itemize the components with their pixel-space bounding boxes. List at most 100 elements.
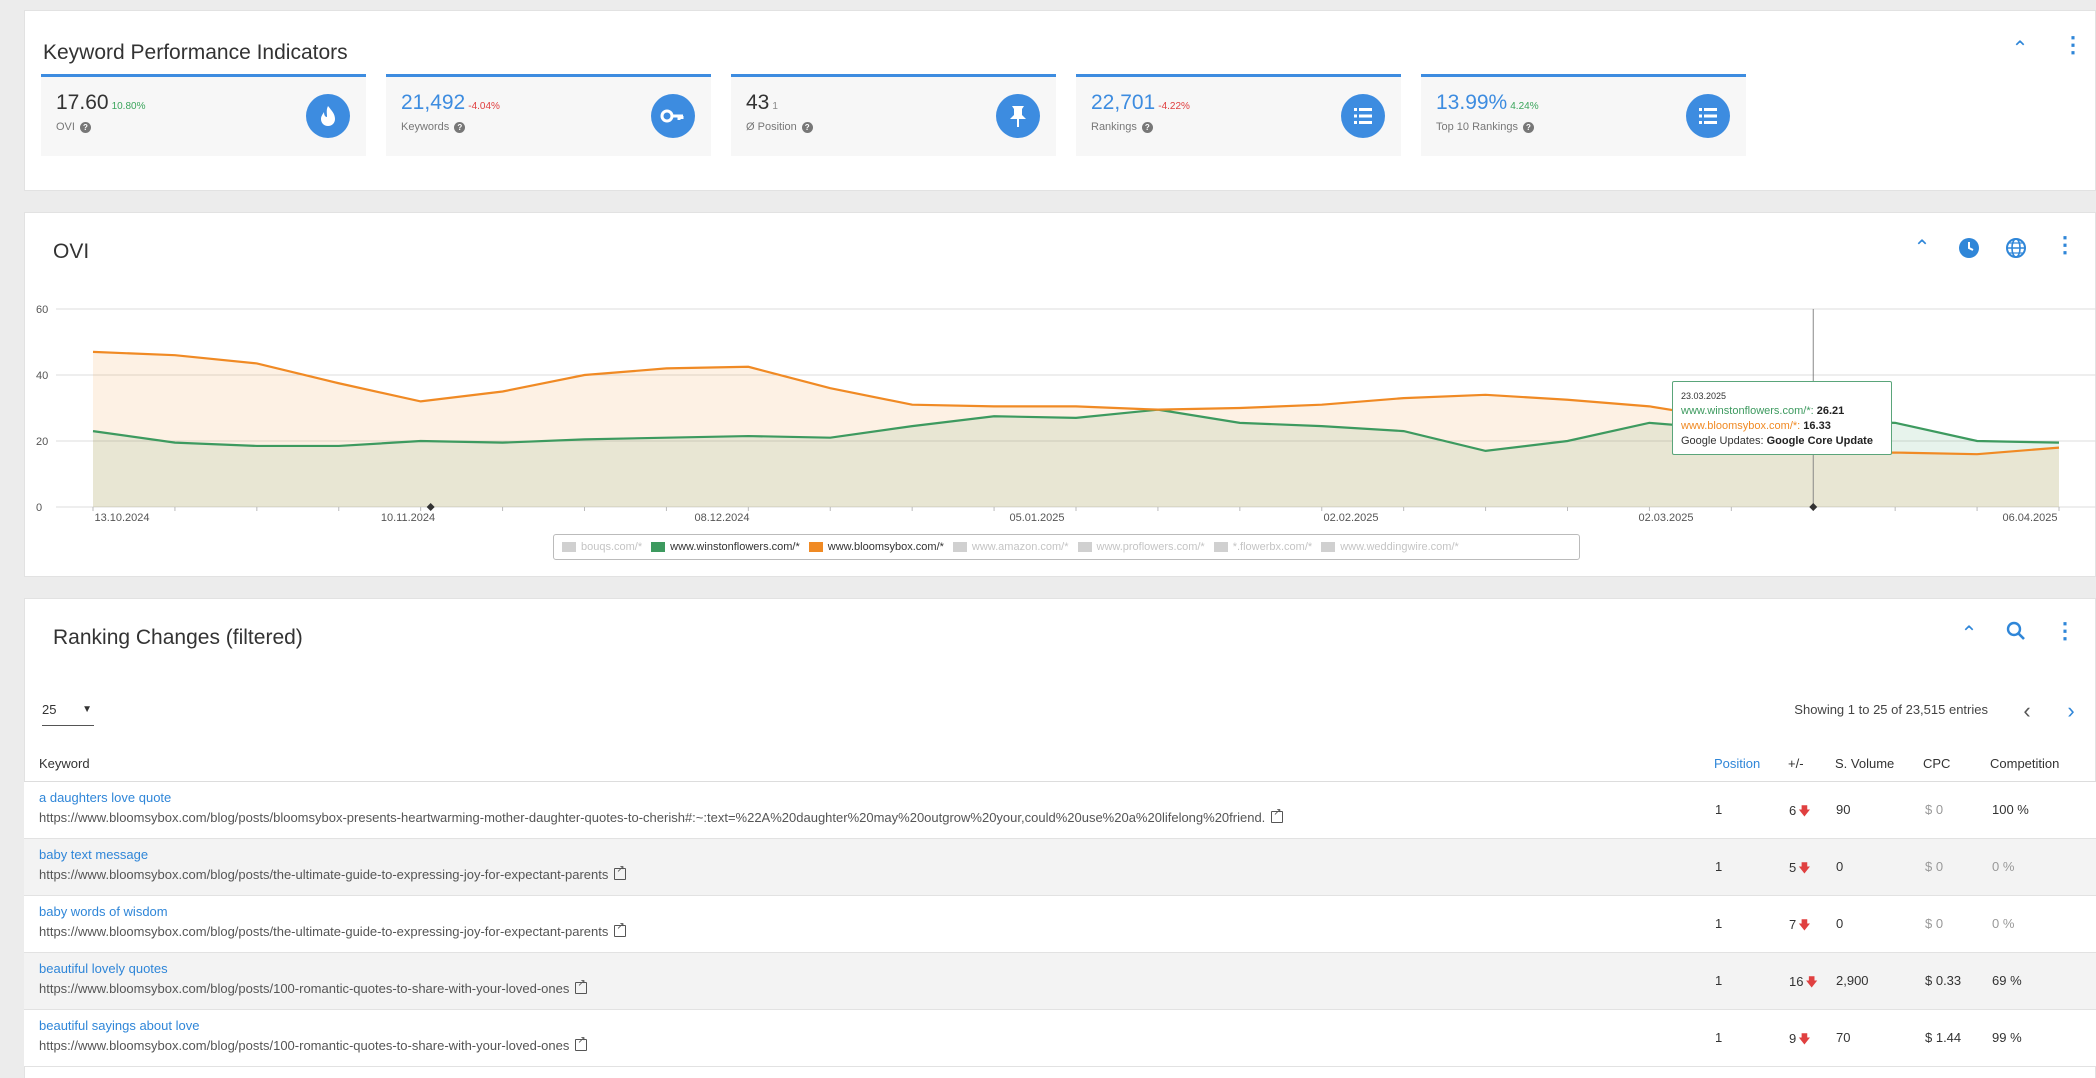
table-header: Keyword Position +/- S. Volume CPC Compe…	[24, 750, 2096, 782]
competition-cell: 99 %	[1992, 1030, 2022, 1045]
legend-item[interactable]: www.proflowers.com/*	[1077, 541, 1205, 553]
rows-per-page-value: 25	[42, 702, 57, 717]
url-text: https://www.bloomsybox.com/blog/posts/10…	[39, 1038, 570, 1053]
external-link-icon[interactable]	[575, 1035, 588, 1051]
chart-legend: bouqs.com/* www.winstonflowers.com/* www.b…	[553, 534, 1580, 560]
more-menu-icon[interactable]: ⋮	[2053, 620, 2077, 645]
search-icon[interactable]	[2004, 621, 2028, 645]
cpc-cell: $ 0.33	[1925, 973, 1962, 988]
change-value: 16	[1789, 974, 1804, 989]
tooltip-updates-label: Google Updates:	[1681, 435, 1764, 447]
keyword-link[interactable]: beautiful lovely quotes	[39, 961, 168, 976]
external-link-icon[interactable]	[614, 921, 627, 937]
competition-cell: 100 %	[1992, 802, 2029, 817]
volume-cell: 70	[1836, 1030, 1851, 1045]
keyword-link[interactable]: baby text message	[39, 847, 148, 862]
position-cell: 1	[1715, 859, 1723, 874]
col-keyword[interactable]: Keyword	[39, 756, 90, 771]
arrow-down-icon: 🡇	[1798, 1032, 1811, 1046]
position-cell: 1	[1715, 1030, 1723, 1045]
y-tick-label: 40	[36, 370, 48, 382]
position-cell: 1	[1715, 973, 1723, 988]
legend-swatch	[1077, 542, 1092, 552]
legend-swatch	[1321, 542, 1336, 552]
cpc-cell: $ 0	[1925, 802, 1944, 817]
position-cell: 1	[1715, 916, 1723, 931]
change-cell: 16 🡇	[1789, 973, 1818, 994]
x-tick-label: 02.03.2025	[1638, 512, 1693, 524]
table-row: beautiful sayings about love https://www.…	[24, 1010, 2096, 1067]
legend-swatch	[1213, 542, 1228, 552]
col-cpc[interactable]: CPC	[1923, 756, 1950, 771]
tooltip-bloomsy-label: www.bloomsybox.com/*:	[1681, 420, 1801, 432]
volume-cell: 0	[1836, 859, 1844, 874]
col-volume[interactable]: S. Volume	[1835, 756, 1894, 771]
legend-item[interactable]: bouqs.com/*	[562, 541, 642, 553]
tooltip-winston-label: www.winstonflowers.com/*:	[1681, 405, 1814, 417]
x-tick-label: 06.04.2025	[2002, 512, 2057, 524]
tooltip-winston-value: 26.21	[1816, 405, 1845, 417]
rows-per-page-select[interactable]: 25 ▼	[42, 702, 94, 726]
ranking-title: Ranking Changes (filtered)	[53, 626, 303, 649]
keyword-link[interactable]: beautiful sayings about love	[39, 1018, 199, 1033]
pagination-info: Showing 1 to 25 of 23,515 entries	[1794, 702, 1988, 717]
col-position[interactable]: Position	[1714, 756, 1760, 771]
url-text: https://www.bloomsybox.com/blog/posts/bl…	[39, 810, 1266, 825]
legend-item[interactable]: www.winstonflowers.com/*	[651, 541, 800, 553]
cpc-cell: $ 0	[1925, 916, 1944, 931]
collapse-icon[interactable]: ⌃	[1957, 624, 1981, 648]
change-value: 9	[1789, 1031, 1797, 1046]
ovi-chart[interactable]: 0 20 40 60 13.10.2024 10.11.2024 08.12.2024 05.…	[0, 0, 2096, 540]
legend-item[interactable]: www.amazon.com/*	[952, 541, 1069, 553]
keyword-link[interactable]: baby words of wisdom	[39, 904, 168, 919]
cpc-cell: $ 1.44	[1925, 1030, 1962, 1045]
prev-page-button[interactable]: ‹	[2016, 698, 2038, 724]
change-cell: 6 🡇	[1789, 802, 1811, 823]
tooltip-updates-value: Google Core Update	[1766, 435, 1873, 447]
url-text: https://www.bloomsybox.com/blog/posts/th…	[39, 924, 609, 939]
url-text: https://www.bloomsybox.com/blog/posts/th…	[39, 867, 609, 882]
legend-label: www.amazon.com/*	[971, 541, 1069, 553]
external-link-icon[interactable]	[614, 864, 627, 880]
arrow-down-icon: 🡇	[1805, 975, 1818, 989]
arrow-down-icon: 🡇	[1798, 804, 1811, 818]
volume-cell: 0	[1836, 916, 1844, 931]
col-competition[interactable]: Competition	[1990, 756, 2059, 771]
legend-item[interactable]: www.weddingwire.com/*	[1321, 541, 1459, 553]
x-tick-label: 10.11.2024	[381, 512, 435, 524]
ranking-url: https://www.bloomsybox.com/blog/posts/10…	[39, 978, 588, 996]
legend-item[interactable]: www.bloomsybox.com/*	[808, 541, 944, 553]
competition-cell: 69 %	[1992, 973, 2022, 988]
chart-tooltip: 23.03.2025 www.winstonflowers.com/*: 26.…	[1672, 381, 1892, 455]
legend-swatch	[808, 542, 823, 552]
competition-cell: 0 %	[1992, 859, 2015, 874]
col-change[interactable]: +/-	[1788, 756, 1804, 771]
x-tick-label: 13.10.2024	[94, 512, 149, 524]
legend-swatch	[952, 542, 967, 552]
external-link-icon[interactable]	[1271, 807, 1284, 823]
y-tick-label: 20	[36, 436, 48, 448]
keyword-link[interactable]: a daughters love quote	[39, 790, 171, 805]
dropdown-caret-icon: ▼	[82, 704, 92, 715]
competition-cell: 0 %	[1992, 916, 2015, 931]
legend-swatch	[651, 542, 666, 552]
ranking-url: https://www.bloomsybox.com/blog/posts/bl…	[39, 807, 1284, 825]
y-tick-label: 0	[36, 502, 42, 514]
change-cell: 7 🡇	[1789, 916, 1811, 937]
legend-label: *.flowerbx.com/*	[1232, 541, 1313, 553]
arrow-down-icon: 🡇	[1798, 918, 1811, 932]
volume-cell: 2,900	[1836, 973, 1869, 988]
table-row: a daughters love quote https://www.blooms…	[24, 782, 2096, 839]
legend-item[interactable]: *.flowerbx.com/*	[1213, 541, 1313, 553]
change-value: 5	[1789, 860, 1797, 875]
legend-label: www.weddingwire.com/*	[1340, 541, 1459, 553]
legend-label: www.proflowers.com/*	[1096, 541, 1205, 553]
change-value: 6	[1789, 803, 1797, 818]
x-tick-label: 05.01.2025	[1009, 512, 1064, 524]
legend-swatch	[562, 542, 576, 552]
external-link-icon[interactable]	[575, 978, 588, 994]
next-page-button[interactable]: ›	[2060, 698, 2082, 724]
cpc-cell: $ 0	[1925, 859, 1944, 874]
tooltip-date: 23.03.2025	[1681, 391, 1727, 401]
change-cell: 9 🡇	[1789, 1030, 1811, 1051]
